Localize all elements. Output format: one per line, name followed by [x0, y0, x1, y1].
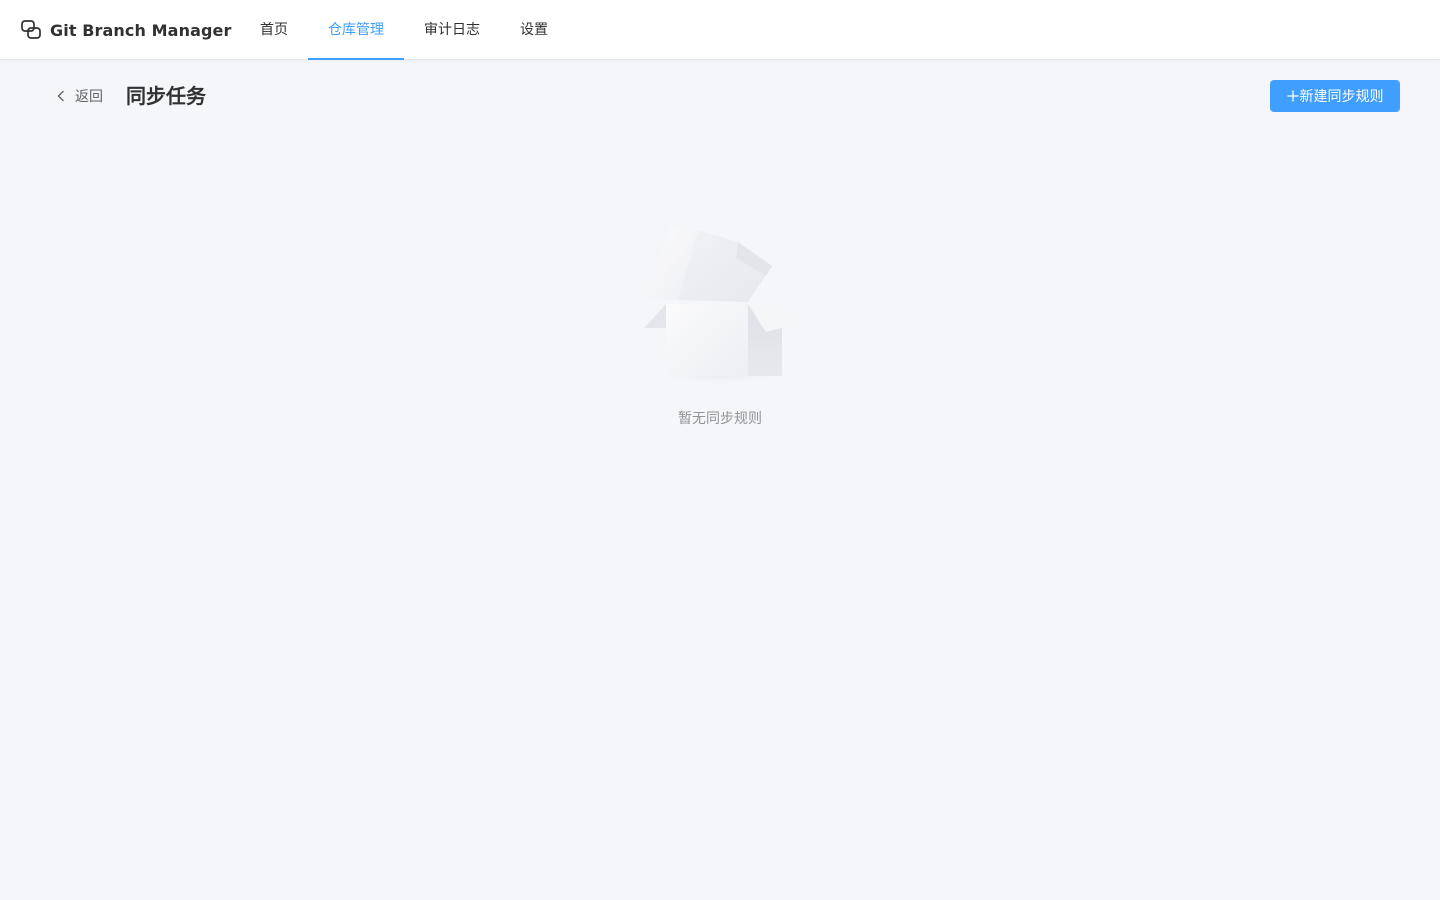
nav-item-home[interactable]: 首页 — [240, 0, 308, 60]
nav-item-settings[interactable]: 设置 — [500, 0, 568, 60]
new-sync-rule-label: 新建同步规则 — [1299, 89, 1384, 105]
plus-icon — [1286, 90, 1299, 102]
chevron-left-icon — [54, 89, 68, 103]
nav-item-label: 仓库管理 — [328, 22, 384, 38]
nav-item-label: 首页 — [260, 22, 288, 38]
back-button[interactable]: 返回 — [54, 82, 103, 110]
page-header: 返回 同步任务 新建同步规则 — [0, 60, 1440, 132]
app-title: Git Branch Manager — [50, 20, 232, 40]
linked-squares-icon — [20, 19, 42, 41]
empty-state-text: 暂无同步规则 — [678, 411, 762, 427]
brand[interactable]: Git Branch Manager — [20, 0, 231, 60]
top-navbar: Git Branch Manager 首页 仓库管理 审计日志 设置 — [0, 0, 1440, 60]
nav-item-repositories[interactable]: 仓库管理 — [308, 0, 404, 60]
empty-box-illustration — [640, 220, 800, 386]
page-title: 同步任务 — [126, 84, 206, 108]
nav-item-label: 审计日志 — [424, 22, 480, 38]
main-nav: 首页 仓库管理 审计日志 设置 — [240, 0, 568, 60]
nav-item-label: 设置 — [520, 22, 548, 38]
nav-item-audit-log[interactable]: 审计日志 — [404, 0, 500, 60]
new-sync-rule-button[interactable]: 新建同步规则 — [1270, 80, 1400, 112]
empty-state: 暂无同步规则 — [0, 220, 1440, 428]
back-label: 返回 — [75, 89, 103, 105]
